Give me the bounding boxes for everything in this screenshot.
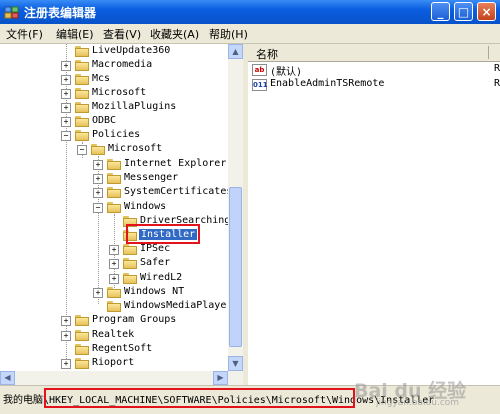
folder-icon — [75, 60, 89, 71]
folder-icon — [75, 102, 89, 113]
expand-icon[interactable]: + — [61, 89, 71, 99]
value-name: EnableAdminTSRemote — [270, 78, 385, 89]
expand-icon[interactable]: + — [93, 174, 103, 184]
tree-node-label: Microsoft — [108, 143, 163, 154]
tree-node-label: SystemCertificates — [124, 186, 233, 197]
tree-horizontal-scrollbar[interactable]: ◀ ▶ — [0, 371, 243, 385]
collapse-icon[interactable]: − — [61, 131, 71, 141]
registry-tree: LiveUpdate360 + Macromedia + Mcs + Micro… — [0, 44, 244, 385]
expand-icon[interactable]: + — [109, 245, 119, 255]
menu-view[interactable]: 查看(V) — [103, 26, 141, 42]
tree-node-label: LiveUpdate360 — [92, 45, 171, 56]
expand-icon[interactable]: + — [61, 331, 71, 341]
folder-icon — [75, 330, 89, 341]
expand-icon[interactable]: + — [61, 61, 71, 71]
folder-icon — [107, 287, 121, 298]
folder-icon — [75, 116, 89, 127]
menu-help[interactable]: 帮助(H) — [209, 26, 248, 42]
maximize-button[interactable]: □ — [454, 2, 473, 21]
tree-node-label: Mcs — [92, 73, 111, 84]
tree-node-label: Rioport — [92, 357, 135, 368]
menu-bar: 文件(F) 编辑(E) 查看(V) 收藏夹(A) 帮助(H) — [0, 24, 500, 44]
column-header-label: 名称 — [256, 48, 278, 61]
tree-node-label: WiredL2 — [140, 272, 183, 283]
folder-icon — [75, 358, 89, 369]
binary-value-icon: 011 — [252, 79, 268, 91]
tree-node-label: MozillaPlugins — [92, 101, 177, 112]
expand-icon[interactable]: + — [109, 274, 119, 284]
title-bar: 注册表编辑器 _ □ × — [0, 0, 500, 24]
tree-node-label: Internet Explorer — [124, 158, 227, 169]
tree-node-label: WindowsMediaPlayer — [124, 300, 233, 311]
scroll-up-icon[interactable]: ▲ — [228, 44, 243, 59]
folder-icon — [123, 258, 137, 269]
minimize-button[interactable]: _ — [431, 2, 450, 21]
tree-node-label: Safer — [140, 257, 171, 268]
scroll-down-icon[interactable]: ▼ — [228, 356, 243, 371]
expand-icon[interactable]: + — [61, 75, 71, 85]
close-button[interactable]: × — [477, 2, 496, 21]
tree-vertical-scrollbar[interactable]: ▲ ▼ — [228, 44, 243, 371]
highlight-box — [126, 224, 200, 244]
list-item[interactable]: ab (默认) R — [252, 63, 500, 79]
expand-icon[interactable]: + — [61, 103, 71, 113]
value-type-truncated: R — [494, 63, 500, 74]
collapse-icon[interactable]: − — [77, 145, 87, 155]
list-item[interactable]: 011 EnableAdminTSRemote R — [252, 78, 500, 94]
expand-icon[interactable]: + — [61, 316, 71, 326]
column-divider[interactable] — [488, 46, 489, 59]
expand-icon[interactable]: + — [93, 160, 103, 170]
open-folder-icon — [91, 144, 105, 155]
scroll-thumb[interactable] — [229, 187, 242, 347]
folder-icon — [107, 187, 121, 198]
menu-favorites[interactable]: 收藏夹(A) — [150, 26, 199, 42]
watermark-url: jingyan.baidu.com — [376, 398, 460, 408]
expand-icon[interactable]: + — [93, 188, 103, 198]
expand-icon[interactable]: + — [93, 288, 103, 298]
string-value-icon: ab — [252, 64, 267, 76]
menu-edit[interactable]: 编辑(E) — [56, 26, 94, 42]
expand-icon[interactable]: + — [61, 117, 71, 127]
regedit-icon — [4, 6, 19, 19]
tree-node-label: Program Groups — [92, 314, 177, 325]
tree-node-label: Windows NT — [124, 286, 185, 297]
value-name: (默认) — [270, 67, 303, 78]
expand-icon[interactable]: + — [109, 259, 119, 269]
folder-icon — [107, 159, 121, 170]
tree-node-label: Policies — [92, 129, 141, 140]
folder-icon — [107, 301, 121, 312]
folder-icon — [75, 74, 89, 85]
folder-icon — [75, 344, 89, 355]
menu-file[interactable]: 文件(F) — [6, 26, 43, 42]
folder-icon — [75, 88, 89, 99]
window-title: 注册表编辑器 — [24, 6, 97, 20]
expand-icon[interactable]: + — [61, 359, 71, 369]
tree-node-label: ODBC — [92, 115, 117, 126]
column-header-name[interactable]: 名称 — [248, 44, 500, 62]
tree-node-label: Windows — [124, 201, 167, 212]
tree-node-label: Messenger — [124, 172, 179, 183]
scroll-right-icon[interactable]: ▶ — [213, 371, 228, 385]
open-folder-icon — [75, 130, 89, 141]
tree-node-label: RegentSoft — [92, 343, 153, 354]
highlight-box — [44, 388, 355, 408]
values-list: 名称 ab (默认) R 011 EnableAdminTSRemote R — [248, 44, 500, 385]
open-folder-icon — [107, 202, 121, 213]
tree-node-label: Macromedia — [92, 59, 153, 70]
value-type-truncated: R — [494, 78, 500, 89]
folder-icon — [123, 273, 137, 284]
tree-node-label: Realtek — [92, 329, 135, 340]
folder-icon — [75, 46, 89, 57]
folder-icon — [123, 244, 137, 255]
folder-icon — [107, 173, 121, 184]
tree-node-label: Microsoft — [92, 87, 147, 98]
folder-icon — [75, 315, 89, 326]
tree-node-label: IPSec — [140, 243, 171, 254]
scroll-left-icon[interactable]: ◀ — [0, 371, 15, 385]
collapse-icon[interactable]: − — [93, 203, 103, 213]
